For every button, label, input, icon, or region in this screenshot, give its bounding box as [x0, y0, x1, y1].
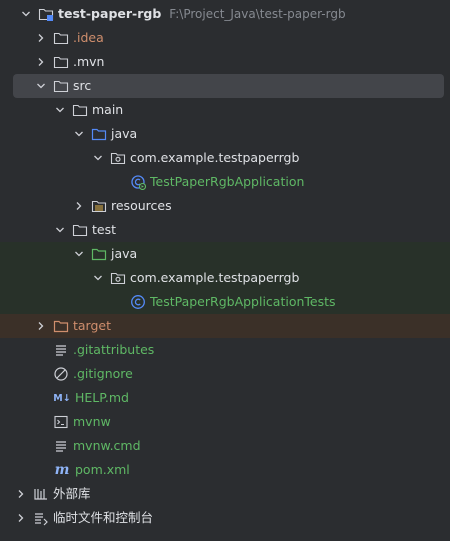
- folder-icon: [53, 78, 69, 94]
- gitattributes-label: .gitattributes: [73, 342, 155, 357]
- tree-row-mvnw[interactable]: mvnw: [0, 410, 450, 434]
- chevron-down-icon[interactable]: [73, 128, 85, 140]
- resources-folder-label: resources: [111, 198, 172, 213]
- markdown-icon: M↓: [53, 390, 71, 406]
- class-icon: [130, 294, 146, 310]
- folder-icon: [72, 222, 88, 238]
- project-name: test-paper-rgb: [58, 6, 162, 21]
- folder-icon: [53, 54, 69, 70]
- target-folder-label: target: [73, 318, 112, 333]
- help-md-label: HELP.md: [75, 390, 129, 405]
- chevron-down-icon[interactable]: [35, 80, 47, 92]
- test-class-label: TestPaperRgbApplicationTests: [150, 294, 336, 309]
- mvnw-label: mvnw: [73, 414, 111, 429]
- tree-row-main-package[interactable]: com.example.testpaperrgb: [0, 146, 450, 170]
- package-icon: [110, 150, 126, 166]
- idea-folder-label: .idea: [73, 30, 104, 45]
- spring-boot-class-icon: [130, 174, 146, 190]
- test-source-folder-icon: [91, 246, 107, 262]
- module-folder-icon: [38, 6, 54, 22]
- chevron-right-icon[interactable]: [35, 320, 47, 332]
- external-libraries-label: 外部库: [53, 486, 91, 501]
- tree-row-mvn[interactable]: .mvn: [0, 50, 450, 74]
- tree-row-mvnw-cmd[interactable]: mvnw.cmd: [0, 434, 450, 458]
- test-folder-label: test: [92, 222, 117, 237]
- main-folder-label: main: [92, 102, 124, 117]
- tree-row-external-libraries[interactable]: 外部库: [0, 482, 450, 506]
- chevron-down-icon[interactable]: [92, 272, 104, 284]
- main-package-label: com.example.testpaperrgb: [130, 150, 300, 165]
- chevron-right-icon[interactable]: [15, 488, 27, 500]
- tree-row-test-java[interactable]: java: [0, 242, 450, 266]
- tree-row-help-md[interactable]: M↓ HELP.md: [0, 386, 450, 410]
- resources-folder-icon: [91, 198, 107, 214]
- tree-row-test[interactable]: test: [0, 218, 450, 242]
- tree-row-resources[interactable]: resources: [0, 194, 450, 218]
- scratches-icon: [33, 510, 49, 526]
- tree-row-project-root[interactable]: test-paper-rgb F:\Project_Java\test-pape…: [0, 2, 450, 26]
- main-java-folder-label: java: [111, 126, 138, 141]
- project-tree: test-paper-rgb F:\Project_Java\test-pape…: [0, 0, 450, 541]
- chevron-right-icon[interactable]: [35, 56, 47, 68]
- tree-row-test-class[interactable]: TestPaperRgbApplicationTests: [0, 290, 450, 314]
- source-folder-icon: [91, 126, 107, 142]
- src-folder-label: src: [73, 78, 92, 93]
- chevron-right-icon[interactable]: [15, 512, 27, 524]
- pom-label: pom.xml: [75, 462, 130, 477]
- test-package-label: com.example.testpaperrgb: [130, 270, 300, 285]
- chevron-down-icon[interactable]: [92, 152, 104, 164]
- shell-script-icon: [53, 414, 69, 430]
- text-file-icon: [53, 438, 69, 454]
- chevron-down-icon[interactable]: [54, 104, 66, 116]
- maven-icon: m: [53, 462, 71, 478]
- tree-row-scratches[interactable]: 临时文件和控制台: [0, 506, 450, 530]
- library-icon: [33, 486, 49, 502]
- chevron-right-icon[interactable]: [73, 200, 85, 212]
- folder-icon: [72, 102, 88, 118]
- main-class-label: TestPaperRgbApplication: [150, 174, 305, 189]
- mvn-folder-label: .mvn: [73, 54, 105, 69]
- tree-row-gitignore[interactable]: .gitignore: [0, 362, 450, 386]
- text-file-icon: [53, 342, 69, 358]
- chevron-right-icon[interactable]: [35, 32, 47, 44]
- tree-row-main[interactable]: main: [0, 98, 450, 122]
- tree-row-src[interactable]: src: [13, 74, 444, 98]
- test-java-folder-label: java: [111, 246, 138, 261]
- ignore-file-icon: [53, 366, 69, 382]
- package-icon: [110, 270, 126, 286]
- tree-row-target[interactable]: target: [0, 314, 450, 338]
- tree-row-gitattributes[interactable]: .gitattributes: [0, 338, 450, 362]
- scratches-label: 临时文件和控制台: [53, 510, 154, 525]
- tree-row-main-java[interactable]: java: [0, 122, 450, 146]
- chevron-down-icon[interactable]: [73, 248, 85, 260]
- excluded-folder-icon: [53, 318, 69, 334]
- markdown-badge: M↓: [53, 392, 71, 404]
- chevron-down-icon[interactable]: [54, 224, 66, 236]
- tree-row-test-package[interactable]: com.example.testpaperrgb: [0, 266, 450, 290]
- tree-row-idea[interactable]: .idea: [0, 26, 450, 50]
- maven-badge: m: [54, 462, 70, 478]
- tree-row-main-class[interactable]: TestPaperRgbApplication: [0, 170, 450, 194]
- chevron-down-icon[interactable]: [20, 8, 32, 20]
- project-path: F:\Project_Java\test-paper-rgb: [169, 7, 346, 21]
- tree-row-pom[interactable]: m pom.xml: [0, 458, 450, 482]
- mvnw-cmd-label: mvnw.cmd: [73, 438, 141, 453]
- gitignore-label: .gitignore: [73, 366, 133, 381]
- folder-icon: [53, 30, 69, 46]
